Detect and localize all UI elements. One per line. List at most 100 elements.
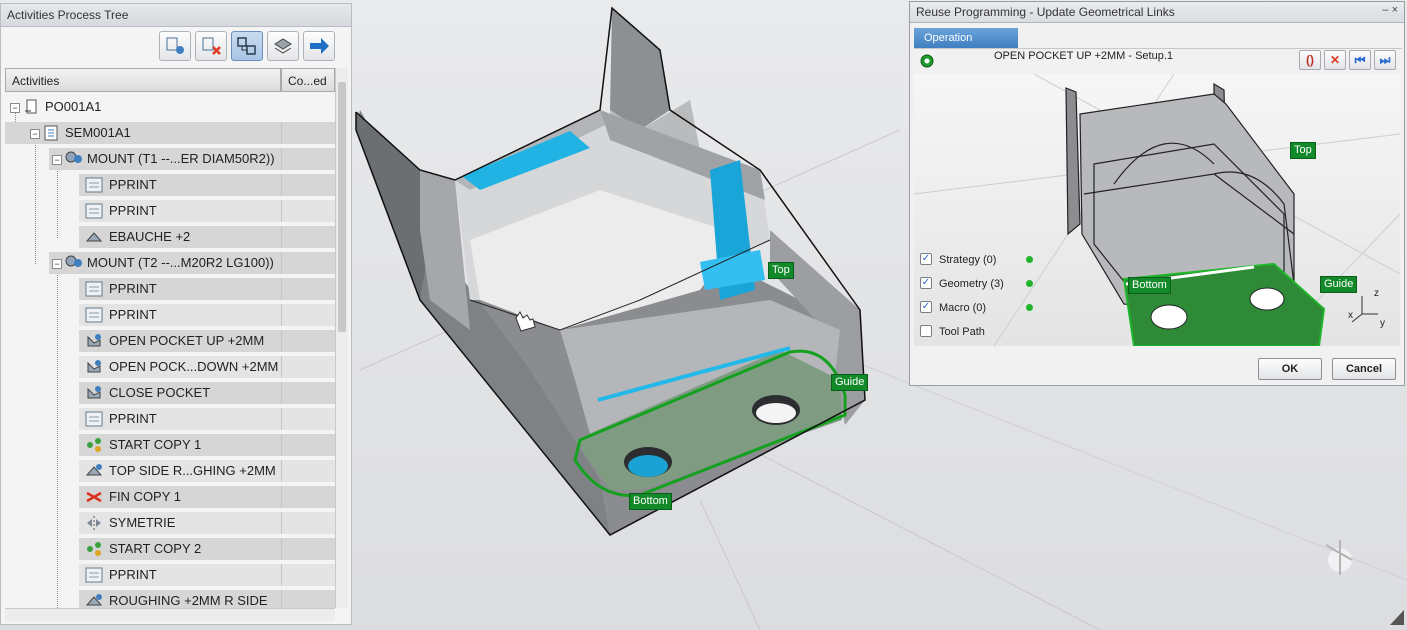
tree-row[interactable]: START COPY 2	[5, 536, 335, 562]
tree-row-label: ROUGHING +2MM R SIDE	[109, 593, 268, 608]
tree-column-header: Activities Co...ed	[5, 68, 335, 94]
tree-row[interactable]: PPRINT	[5, 562, 335, 588]
copy-start-icon	[87, 542, 101, 556]
tree-row-label: TOP SIDE R...GHING +2MM	[109, 463, 276, 478]
resize-grip-icon[interactable]	[1390, 610, 1404, 625]
tree-row[interactable]: PPRINT	[5, 172, 335, 198]
tree-row-label: START COPY 2	[109, 541, 202, 556]
roughing-icon	[85, 594, 103, 606]
tree-row-label: PPRINT	[109, 567, 157, 582]
bottom-link-label[interactable]: Bottom	[629, 493, 672, 510]
tree-row-label: MOUNT (T2 --...M20R2 LG100))	[87, 255, 274, 270]
dialog-buttons: OK Cancel	[1258, 358, 1396, 380]
tree-row-label: OPEN POCK...DOWN +2MM	[109, 359, 279, 374]
strategy-label: Strategy (0)	[939, 254, 997, 266]
arrow-right-icon[interactable]	[303, 31, 335, 61]
tree-row[interactable]: OPEN POCK...DOWN +2MM	[5, 354, 335, 380]
guide-link-label[interactable]: Guide	[831, 374, 869, 391]
activities-column-header[interactable]: Activities	[5, 68, 281, 92]
cancel-button[interactable]: Cancel	[1332, 358, 1396, 380]
copy-start-icon	[87, 438, 101, 452]
tree-add-icon[interactable]	[159, 31, 191, 61]
ok-button[interactable]: OK	[1258, 358, 1322, 380]
pocket-icon	[87, 360, 101, 373]
checkbox-unchecked-icon[interactable]	[920, 325, 932, 337]
axis-triad-icon	[1351, 296, 1378, 323]
preview-guide-label[interactable]: Guide	[1320, 276, 1358, 293]
tree-row[interactable]: TOP SIDE R...GHING +2MM	[5, 458, 335, 484]
symmetry-icon	[87, 516, 101, 530]
pocket-icon	[87, 386, 101, 399]
tree-row[interactable]: PPRINT	[5, 302, 335, 328]
tree-row[interactable]: PPRINT	[5, 406, 335, 432]
dialog-navigation: () ✕ ⏮ ⏭	[1299, 50, 1396, 70]
tree-row-label: CLOSE POCKET	[109, 385, 211, 400]
pprint-icon	[85, 281, 103, 297]
part-operation-icon	[25, 99, 37, 114]
tree-row[interactable]: PPRINT	[5, 276, 335, 302]
tree-row[interactable]: START COPY 1	[5, 432, 335, 458]
tree-row[interactable]: − MOUNT (T2 --...M20R2 LG100))	[5, 250, 335, 276]
tree-row[interactable]: − MOUNT (T1 --...ER DIAM50R2))	[5, 146, 335, 172]
window-buttons[interactable]: – ×	[1382, 4, 1398, 16]
tab-operation[interactable]: Operation	[914, 28, 1018, 48]
status-dot-icon	[1026, 280, 1033, 287]
tool-mount-icon	[65, 255, 82, 267]
tree-row[interactable]: OPEN POCKET UP +2MM	[5, 328, 335, 354]
compass-icon[interactable]	[1325, 540, 1353, 575]
tree-row[interactable]: − PO001A1	[5, 94, 335, 120]
tree-row-label: PPRINT	[109, 281, 157, 296]
reuse-programming-dialog: Reuse Programming - Update Geometrical L…	[909, 1, 1405, 386]
tree-row-label: FIN COPY 1	[109, 489, 182, 504]
reset-links-button[interactable]: ()	[1299, 50, 1321, 70]
axis-x-label: x	[1348, 310, 1353, 321]
tree-toolbar	[159, 31, 335, 63]
pprint-icon	[85, 567, 103, 583]
tree-row[interactable]: SYMETRIE	[5, 510, 335, 536]
tree-vertical-scrollbar[interactable]	[335, 68, 348, 608]
pprint-icon	[85, 177, 103, 193]
tree-remove-icon[interactable]	[195, 31, 227, 61]
tree-row[interactable]: PPRINT	[5, 198, 335, 224]
status-dot-icon	[1026, 256, 1033, 263]
tree-row[interactable]: CLOSE POCKET	[5, 380, 335, 406]
copy-end-icon	[86, 491, 102, 503]
tree-row-label: PPRINT	[109, 307, 157, 322]
tool-path-label: Tool Path	[939, 326, 985, 338]
tree-link-icon[interactable]	[231, 31, 263, 61]
status-dot-icon	[1026, 304, 1033, 311]
axis-z-label: z	[1374, 288, 1379, 299]
first-operation-button[interactable]: ⏮	[1349, 50, 1371, 70]
geometry-label: Geometry (3)	[939, 278, 1004, 290]
tree-row[interactable]: FIN COPY 1	[5, 484, 335, 510]
tree-row-label: START COPY 1	[109, 437, 202, 452]
tree-row-label: PO001A1	[45, 99, 102, 114]
tree-row[interactable]: ROUGHING +2MM R SIDE	[5, 588, 335, 608]
top-link-label[interactable]: Top	[768, 262, 794, 279]
coded-column-header[interactable]: Co...ed	[281, 68, 335, 92]
checkbox-checked-icon[interactable]: ✓	[920, 277, 932, 289]
macro-label: Macro (0)	[939, 302, 987, 314]
tool-mount-icon	[65, 151, 82, 163]
checkbox-checked-icon[interactable]: ✓	[920, 253, 932, 265]
tree-row-label: OPEN POCKET UP +2MM	[109, 333, 265, 348]
activities-process-tree-panel: Activities Process Tree Activities Co...…	[0, 3, 352, 625]
geometry-preview[interactable]: Top Bottom Guide z x y	[914, 74, 1400, 346]
tree-row[interactable]: EBAUCHE +2	[5, 224, 335, 250]
pprint-icon	[85, 307, 103, 323]
pprint-icon	[85, 203, 103, 219]
tree-row-label: EBAUCHE +2	[109, 229, 191, 244]
scroll-thumb[interactable]	[338, 82, 346, 332]
tree-row-label: SYMETRIE	[109, 515, 176, 530]
preview-top-label[interactable]: Top	[1290, 142, 1316, 159]
panel-title: Activities Process Tree	[1, 4, 351, 27]
preview-bottom-label[interactable]: Bottom	[1128, 277, 1171, 294]
stack-icon[interactable]	[267, 31, 299, 61]
tree-horizontal-scrollbar[interactable]	[5, 608, 335, 621]
checkbox-checked-icon[interactable]: ✓	[920, 301, 932, 313]
remove-link-button[interactable]: ✕	[1324, 50, 1346, 70]
last-operation-button[interactable]: ⏭	[1374, 50, 1396, 70]
tree-row[interactable]: − SEM001A1	[5, 120, 335, 146]
activities-tree: − PO001A1 − SEM001A1 − MOUNT (T1 --...ER…	[5, 94, 335, 608]
tree-row-label: SEM001A1	[65, 125, 131, 140]
